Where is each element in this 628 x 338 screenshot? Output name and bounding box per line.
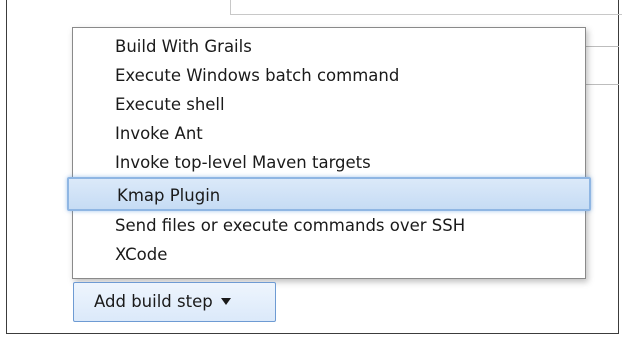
background-divider — [583, 46, 619, 47]
chevron-down-icon — [220, 298, 231, 305]
add-build-step-label: Add build step — [94, 292, 213, 311]
menu-item-send-files-ssh[interactable]: Send files or execute commands over SSH — [73, 212, 585, 239]
background-form-field — [230, 0, 622, 15]
background-divider — [583, 84, 619, 85]
menu-item-xcode[interactable]: XCode — [73, 241, 585, 268]
build-step-dropdown-menu: Build With Grails Execute Windows batch … — [67, 27, 591, 279]
menu-item-execute-shell[interactable]: Execute shell — [73, 91, 585, 118]
add-build-step-button[interactable]: Add build step — [73, 282, 276, 322]
menu-item-invoke-ant[interactable]: Invoke Ant — [73, 120, 585, 147]
menu-item-kmap-plugin[interactable]: Kmap Plugin — [67, 177, 591, 211]
menu-item-invoke-maven[interactable]: Invoke top-level Maven targets — [73, 149, 585, 176]
menu-item-build-with-grails[interactable]: Build With Grails — [73, 33, 585, 60]
menu-item-execute-windows-batch[interactable]: Execute Windows batch command — [73, 62, 585, 89]
